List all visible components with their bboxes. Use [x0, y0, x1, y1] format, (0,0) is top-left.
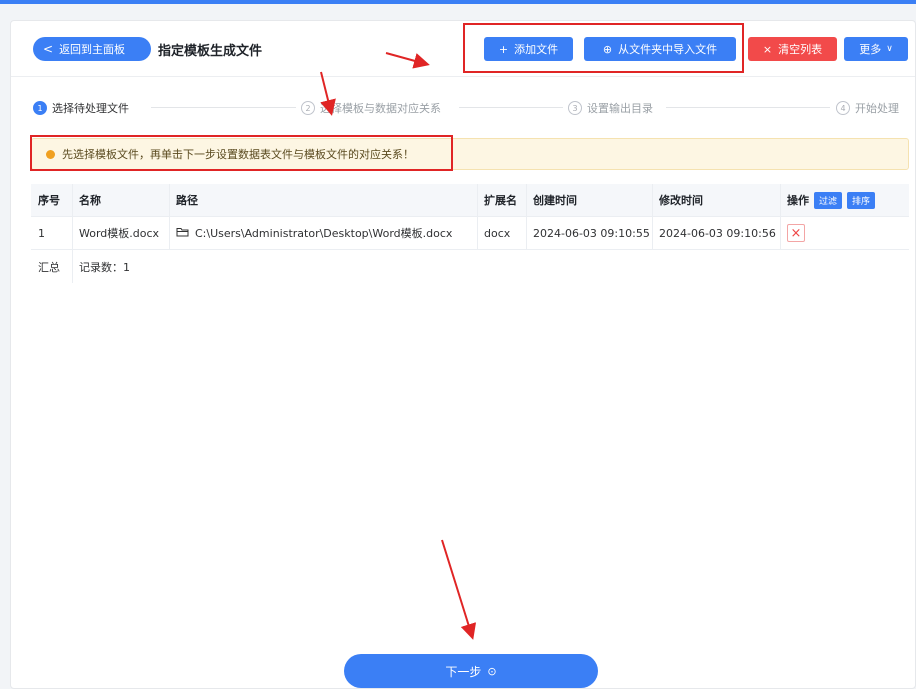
more-button[interactable]: 更多 ∨: [844, 37, 908, 61]
col-header-path: 路径: [176, 194, 198, 207]
col-header-created: 创建时间: [533, 194, 577, 207]
step-4[interactable]: 4 开始处理: [836, 100, 899, 116]
main-panel: < 返回到主面板 指定模板生成文件 + 添加文件 ⊕ 从文件夹中导入文件 × 清…: [10, 20, 916, 689]
plus-icon: +: [498, 42, 509, 56]
header-divider: [11, 76, 915, 77]
close-icon: ×: [762, 42, 773, 56]
folder-icon: [176, 227, 189, 240]
table-row[interactable]: 1 Word模板.docx C:\Users\Administrator\Des…: [31, 217, 909, 250]
delete-row-button[interactable]: ×: [787, 224, 805, 242]
summary-row: 汇总 记录数：1: [31, 250, 909, 283]
cell-index: 1: [38, 226, 45, 240]
import-folder-label: 从文件夹中导入文件: [618, 43, 718, 56]
step-number: 4: [836, 101, 850, 115]
step-connector: [666, 107, 830, 108]
chevron-down-icon: ∨: [886, 44, 893, 54]
import-folder-button[interactable]: ⊕ 从文件夹中导入文件: [584, 37, 736, 61]
step-3[interactable]: 3 设置输出目录: [568, 100, 653, 116]
step-number: 2: [301, 101, 315, 115]
cell-actions: ×: [780, 217, 909, 249]
actions-label: 操作: [787, 194, 809, 207]
table-header-row: 序号 名称 路径 扩展名 创建时间 修改时间 操作 过滤 排序: [31, 184, 909, 217]
step-2[interactable]: 2 选择模板与数据对应关系: [301, 100, 441, 116]
sort-button[interactable]: 排序: [847, 191, 876, 209]
step-connector: [151, 107, 296, 108]
col-header-ext: 扩展名: [484, 194, 517, 207]
warning-icon: [46, 149, 55, 159]
next-step-button[interactable]: 下一步 ⊙: [344, 654, 598, 688]
step-connector: [459, 107, 563, 108]
page-title: 指定模板生成文件: [158, 44, 263, 59]
add-file-button[interactable]: + 添加文件: [484, 37, 573, 61]
info-notice: 先选择模板文件，再单击下一步设置数据表文件与模板文件的对应关系！: [31, 138, 909, 170]
cell-ext: docx: [484, 226, 511, 240]
col-header-actions: 操作 过滤 排序: [780, 184, 909, 216]
chevron-left-icon: <: [43, 42, 54, 56]
more-label: 更多: [859, 43, 882, 56]
clear-list-label: 清空列表: [778, 43, 823, 56]
col-header-name: 名称: [79, 194, 101, 207]
top-accent-bar: [0, 0, 916, 4]
cell-path[interactable]: C:\Users\Administrator\Desktop\Word模板.do…: [169, 217, 477, 249]
step-number: 3: [568, 101, 582, 115]
step-number: 1: [33, 101, 47, 115]
step-label: 选择模板与数据对应关系: [320, 102, 441, 115]
col-header-index: 序号: [38, 194, 60, 207]
cell-modified: 2024-06-03 09:10:56: [659, 226, 776, 240]
step-1[interactable]: 1 选择待处理文件: [33, 100, 129, 116]
step-label: 开始处理: [855, 102, 899, 115]
back-to-dashboard-button[interactable]: < 返回到主面板: [33, 37, 151, 61]
summary-label: 汇总: [38, 260, 60, 274]
cell-created: 2024-06-03 09:10:55: [533, 226, 650, 240]
cell-name: Word模板.docx: [79, 227, 160, 240]
filter-button[interactable]: 过滤: [814, 191, 843, 209]
col-header-modified: 修改时间: [659, 194, 703, 207]
add-file-label: 添加文件: [514, 43, 559, 56]
step-label: 设置输出目录: [587, 102, 653, 115]
notice-text: 先选择模板文件，再单击下一步设置数据表文件与模板文件的对应关系！: [62, 148, 414, 161]
path-text: C:\Users\Administrator\Desktop\Word模板.do…: [195, 227, 453, 240]
arrow-right-circle-icon: ⊙: [487, 664, 497, 678]
circle-plus-icon: ⊕: [602, 42, 613, 56]
clear-list-button[interactable]: × 清空列表: [748, 37, 837, 61]
next-step-label: 下一步: [445, 664, 482, 679]
record-count: 记录数：1: [79, 260, 130, 274]
back-button-label: 返回到主面板: [59, 43, 126, 56]
step-label: 选择待处理文件: [52, 102, 129, 115]
